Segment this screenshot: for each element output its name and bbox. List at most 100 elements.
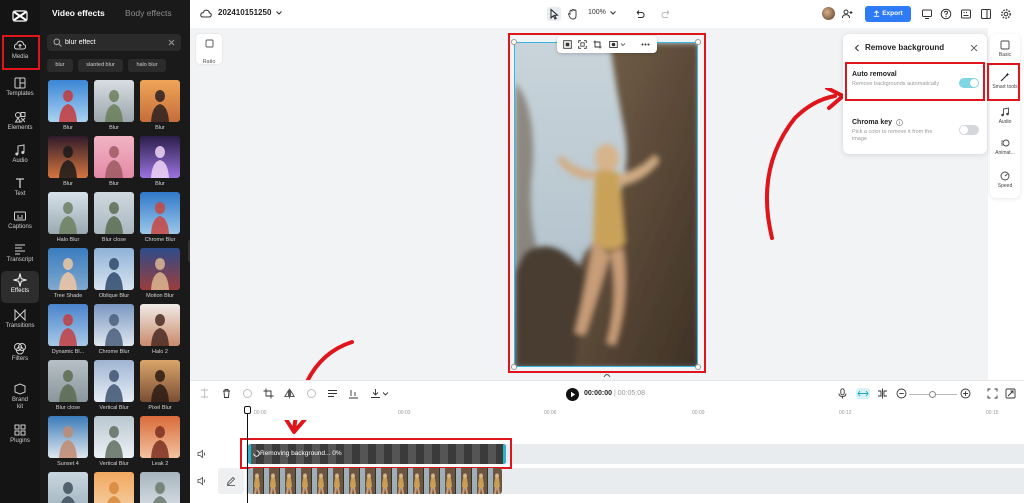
effect-tile[interactable]: Blur close [94,192,134,243]
cover-button[interactable] [218,468,244,494]
playhead-handle[interactable] [244,406,251,414]
fit-timeline-icon[interactable] [987,388,998,399]
avatar[interactable] [822,7,835,20]
cloud-sync-icon[interactable] [200,8,212,20]
resize-handle-bottom-right[interactable] [695,364,701,370]
crop-icon[interactable] [593,40,602,49]
rotate-handle-icon[interactable] [603,372,611,378]
resize-handle-top-right[interactable] [695,39,701,45]
sidebar-item-text[interactable]: Text [1,174,39,206]
effect-tile[interactable]: Chrome Blur [94,304,134,355]
right-tool-speed[interactable]: Speed [990,171,1020,189]
effect-tile[interactable]: Sunset 4 [48,416,88,467]
video-clip[interactable]: Removing background... 0% [248,444,506,464]
right-tool-audio[interactable]: Audio [990,107,1020,125]
effect-tile[interactable]: Blur [94,80,134,131]
help-icon[interactable] [940,8,952,20]
sidebar-item-effects[interactable]: Effects [1,271,39,303]
download-chevron-icon[interactable] [382,388,389,399]
back-chevron-icon[interactable] [853,44,861,52]
chevron-down-icon[interactable] [275,9,283,17]
ratio-button[interactable]: Ratio [196,34,222,65]
effect-tile[interactable]: Blur [48,136,88,187]
main-track-volume-icon[interactable] [197,476,207,486]
microphone-icon[interactable] [837,388,848,399]
delete-icon[interactable] [221,388,232,399]
tab-video-effects[interactable]: Video effects [52,8,105,18]
hand-pan-icon[interactable] [567,8,579,20]
effect-tile[interactable]: Pixel Blur [140,360,180,411]
redo-icon[interactable] [660,8,672,20]
effect-tile[interactable] [94,472,134,503]
chip-slanted-blur[interactable]: slanted blur [78,59,123,72]
chip-halo-blur[interactable]: halo blur [128,59,166,72]
shortcuts-icon[interactable] [960,8,972,20]
sidebar-item-audio[interactable]: Audio [1,141,39,173]
track-volume-icon[interactable] [197,449,207,459]
crop-timeline-icon[interactable] [263,388,274,399]
sidebar-item-templates[interactable]: Templates [1,74,39,106]
effect-tile[interactable]: Vertical Blur [94,416,134,467]
fit-screen-icon[interactable] [578,40,587,49]
effect-tile[interactable]: Blur close [48,360,88,411]
magnet-link-icon[interactable] [856,388,870,399]
effect-tile[interactable]: Tree Shade [48,248,88,299]
undo-icon[interactable] [634,8,646,20]
effect-tile[interactable]: Halo 2 [140,304,180,355]
settings-gear-icon[interactable] [1000,8,1012,20]
replace-media-icon[interactable] [563,40,572,49]
add-collaborator-icon[interactable] [841,8,853,20]
right-tool-basic[interactable]: Basic [990,40,1020,58]
playhead-line[interactable] [247,407,248,503]
present-icon[interactable] [921,8,933,20]
chip-blur[interactable]: blur [47,59,73,72]
sidebar-item-transitions[interactable]: Transitions [1,306,39,338]
sidebar-item-captions[interactable]: Captions [1,207,39,239]
effect-tile[interactable]: Motion Blur [140,248,180,299]
export-button[interactable]: Export [865,6,911,22]
resize-handle-top-left[interactable] [511,39,517,45]
select-pointer-icon[interactable] [547,7,561,21]
split-screen-icon[interactable] [877,388,888,399]
sidebar-item-media[interactable]: Media [1,37,39,69]
close-icon[interactable] [970,44,978,52]
download-icon[interactable] [370,388,381,399]
split-icon[interactable] [199,388,210,399]
sidebar-item-elements[interactable]: Elements [1,108,39,140]
effect-tile[interactable] [140,472,180,503]
captions-timeline-icon[interactable] [327,388,338,399]
search-input[interactable] [65,36,165,49]
layout-panel-icon[interactable] [980,8,992,20]
freeze-icon[interactable] [242,388,253,399]
play-button[interactable] [566,388,579,401]
align-icon[interactable] [348,388,359,399]
right-tool-smart-tools[interactable]: Smart tools [990,72,1020,90]
zoom-in-icon[interactable] [960,388,971,399]
flip-icon[interactable] [284,388,295,399]
effect-tile[interactable]: Chrome Blur [140,192,180,243]
effect-tile[interactable]: Halo Blur [48,192,88,243]
mask-icon[interactable] [609,40,618,49]
mask-dropdown-chevron-icon[interactable] [620,40,626,49]
effect-tile[interactable]: Oblique Blur [94,248,134,299]
fullscreen-timeline-icon[interactable] [1005,388,1016,399]
sidebar-item-brand-kit[interactable]: Brand kit [1,380,39,418]
clear-search-icon[interactable] [168,39,175,46]
zoom-out-icon[interactable] [896,388,907,399]
more-options-icon[interactable] [641,40,650,49]
right-tool-animation[interactable]: Animat... [990,138,1020,156]
timeline-ruler[interactable]: 00:00 00:03 00:06 00:09 00:12 00:15 [190,406,1024,420]
effect-tile[interactable]: Blur [140,136,180,187]
auto-removal-toggle[interactable] [959,78,979,88]
zoom-level[interactable]: 100% [588,9,606,16]
project-name[interactable]: 202410151250 [218,8,271,17]
sidebar-item-filters[interactable]: Filters [1,339,39,371]
effect-tile[interactable]: Blur [48,80,88,131]
resize-handle-bottom-left[interactable] [511,364,517,370]
main-video-clip[interactable] [248,468,502,494]
video-preview[interactable] [514,42,698,367]
capcut-logo-icon[interactable] [10,6,30,26]
info-icon[interactable] [896,119,903,126]
speed-timeline-icon[interactable] [306,388,317,399]
effect-tile[interactable]: Blur [94,136,134,187]
